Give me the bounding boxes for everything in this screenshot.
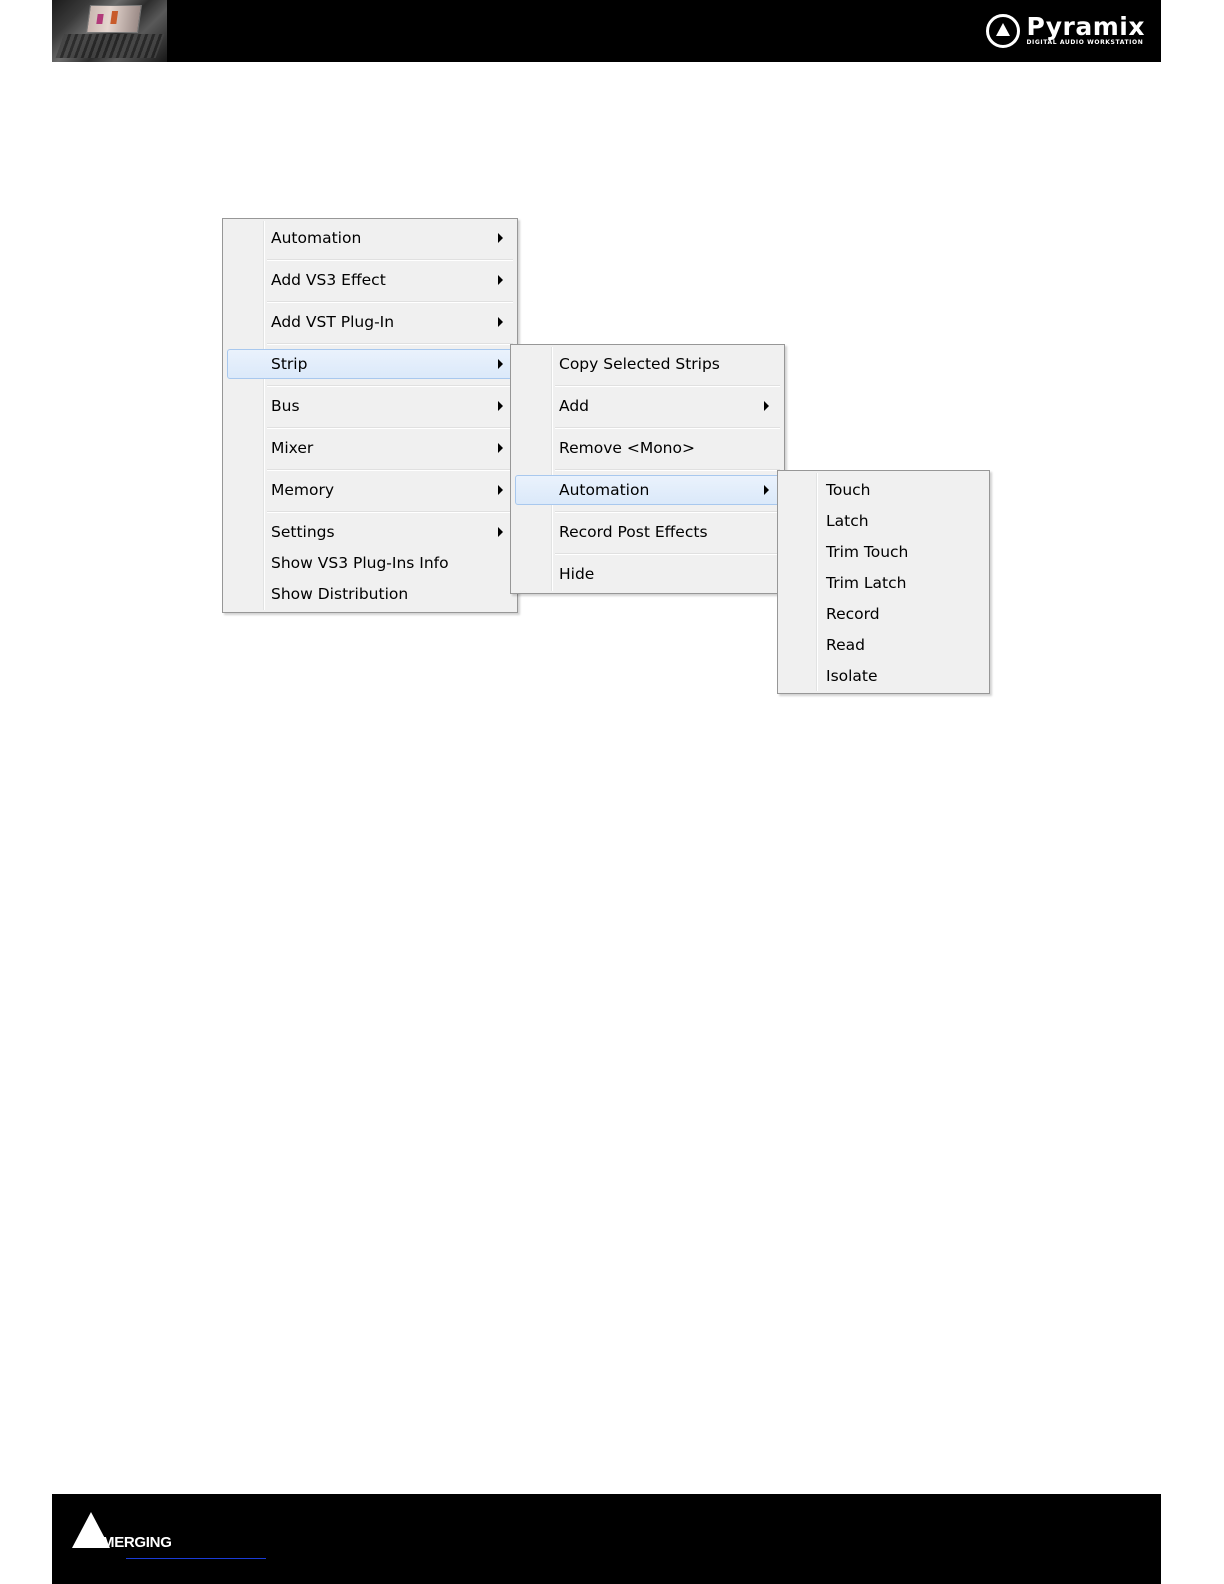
merging-logo: MERGING <box>72 1512 222 1552</box>
company-name: MERGING <box>102 1534 172 1551</box>
studio-photo <box>52 0 167 62</box>
menu-item-isolate[interactable]: Isolate <box>780 661 987 691</box>
footer-link-underline[interactable] <box>126 1558 266 1559</box>
menu-item-show-distribution[interactable]: Show Distribution <box>225 579 515 609</box>
menu-item-label: Isolate <box>826 667 878 685</box>
submenu-arrow-icon <box>498 233 503 243</box>
menu-item-label: Bus <box>271 397 300 415</box>
menu-item-label: Settings <box>271 523 335 541</box>
menu-item-touch[interactable]: Touch <box>780 475 987 505</box>
menu-item-memory[interactable]: Memory <box>225 475 515 505</box>
submenu-arrow-icon <box>498 317 503 327</box>
footer-bar: MERGING <box>52 1494 1161 1584</box>
menu-item-trim-touch[interactable]: Trim Touch <box>780 537 987 567</box>
menu-item-read[interactable]: Read <box>780 630 987 660</box>
menu-item-label: Memory <box>271 481 335 499</box>
menu-item-show-vs3-plug-ins-info[interactable]: Show VS3 Plug-Ins Info <box>225 548 515 578</box>
menu-item-label: Record Post Effects <box>559 523 708 541</box>
context-menu-automation: Touch Latch Trim Touch Trim Latch Record… <box>777 470 990 694</box>
menu-item-trim-latch[interactable]: Trim Latch <box>780 568 987 598</box>
context-menu-strip: Copy Selected Strips Add Remove <Mono> A… <box>510 344 785 594</box>
menu-item-label: Remove <Mono> <box>559 439 695 457</box>
menu-item-label: Show Distribution <box>271 585 409 603</box>
menu-item-label: Show VS3 Plug-Ins Info <box>271 554 449 572</box>
menu-item-label: Add VS3 Effect <box>271 271 386 289</box>
menu-item-label: Copy Selected Strips <box>559 355 720 373</box>
menu-item-strip[interactable]: Strip <box>227 349 513 379</box>
submenu-arrow-icon <box>498 401 503 411</box>
menu-item-latch[interactable]: Latch <box>780 506 987 536</box>
menu-item-label: Add <box>559 397 590 415</box>
menu-item-record-post-effects[interactable]: Record Post Effects <box>513 517 782 547</box>
menu-item-label: Mixer <box>271 439 314 457</box>
menu-item-label: Record <box>826 605 880 623</box>
menu-item-label: Hide <box>559 565 595 583</box>
submenu-arrow-icon <box>498 485 503 495</box>
submenu-arrow-icon <box>498 527 503 537</box>
menu-item-hide[interactable]: Hide <box>513 559 782 589</box>
menu-item-label: Touch <box>826 481 871 499</box>
menu-item-mixer[interactable]: Mixer <box>225 433 515 463</box>
menu-item-label: Latch <box>826 512 869 530</box>
submenu-arrow-icon <box>764 485 769 495</box>
context-menu-main: Automation Add VS3 Effect Add VST Plug-I… <box>222 218 518 613</box>
pyramix-logo-icon <box>986 14 1021 48</box>
menu-item-label: Automation <box>271 229 362 247</box>
submenu-arrow-icon <box>498 359 503 369</box>
header-bar: Pyramix DIGITAL AUDIO WORKSTATION <box>52 0 1161 62</box>
menu-item-settings[interactable]: Settings <box>225 517 515 547</box>
menu-item-add-vst-plug-in[interactable]: Add VST Plug-In <box>225 307 515 337</box>
brand-subtitle: DIGITAL AUDIO WORKSTATION <box>1026 39 1144 46</box>
menu-item-label: Add VST Plug-In <box>271 313 395 331</box>
menu-item-strip-automation[interactable]: Automation <box>515 475 780 505</box>
menu-item-bus[interactable]: Bus <box>225 391 515 421</box>
brand-name: Pyramix <box>1026 12 1145 41</box>
menu-item-label: Trim Touch <box>826 543 909 561</box>
menu-item-copy-selected-strips[interactable]: Copy Selected Strips <box>513 349 782 379</box>
menu-item-label: Read <box>826 636 865 654</box>
menu-item-record[interactable]: Record <box>780 599 987 629</box>
submenu-arrow-icon <box>498 443 503 453</box>
menu-item-label: Automation <box>559 481 650 499</box>
pyramix-logo: Pyramix DIGITAL AUDIO WORKSTATION <box>986 12 1145 50</box>
menu-item-add-vs3-effect[interactable]: Add VS3 Effect <box>225 265 515 295</box>
submenu-arrow-icon <box>498 275 503 285</box>
menu-item-add[interactable]: Add <box>513 391 782 421</box>
menu-item-remove-mono[interactable]: Remove <Mono> <box>513 433 782 463</box>
menu-item-label: Strip <box>271 355 308 373</box>
submenu-arrow-icon <box>764 401 769 411</box>
menu-item-automation[interactable]: Automation <box>225 223 515 253</box>
menu-item-label: Trim Latch <box>826 574 907 592</box>
